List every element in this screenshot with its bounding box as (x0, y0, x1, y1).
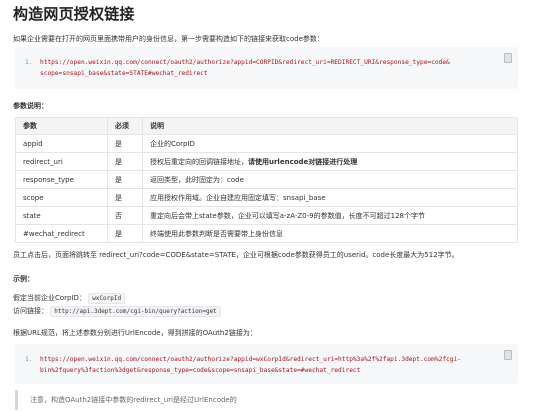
param-desc: 重定向后会带上state参数，企业可以填写a-zA-Z0-9的参数值，长度不可超… (142, 206, 518, 225)
header-required: 必须 (107, 117, 143, 135)
code-block-1: 1. https://open.weixin.qq.com/connect/oa… (15, 47, 518, 89)
code-block-2: 1. https://open.weixin.qq.com/connect/oa… (15, 344, 518, 384)
example-corpid: 假定当前企业CorpID： wxCorpId (13, 293, 126, 304)
param-required: 是 (107, 188, 143, 207)
param-desc-bold: 请使用urlencode对链接进行处理 (248, 157, 358, 166)
code-text: https://open.weixin.qq.com/connect/oauth… (40, 59, 450, 77)
example-link: 访问链接： http://api.3dept.com/cgi-bin/query… (13, 306, 221, 317)
param-desc: 授权后重定向的回调链接地址，请使用urlencode对链接进行处理 (142, 152, 518, 171)
intro-text: 如果企业需要在打开的网页里面携带用户的身份信息，第一步需要构造如下的链接来获取c… (13, 35, 324, 43)
header-param: 参数 (15, 117, 108, 135)
param-required: 是 (107, 170, 143, 189)
page-title: 构造网页授权链接 (13, 5, 135, 23)
corpid-value: wxCorpId (88, 293, 126, 304)
header-desc: 说明 (142, 117, 518, 135)
param-name: #wechat_redirect (15, 224, 108, 243)
table-row: state 否 重定向后会带上state参数，企业可以填写a-zA-Z0-9的参… (15, 206, 518, 225)
param-name: scope (15, 188, 108, 207)
param-desc: 企业的CorpID (142, 134, 518, 153)
table-row: #wechat_redirect 是 终端使用此参数判断是否需要带上身份信息 (15, 224, 518, 243)
corpid-label: 假定当前企业CorpID： (13, 294, 86, 302)
table-row: scope 是 应用授权作用域。企业自建应用固定填写：snsapi_base (15, 188, 518, 207)
table-header-row: 参数 必须 说明 (15, 117, 518, 135)
line-number: 1. (25, 59, 33, 66)
code-text: https://open.weixin.qq.com/connect/oauth… (40, 356, 461, 374)
table-row: appid 是 企业的CorpID (15, 134, 518, 153)
table-row: response_type 是 返回类型，此时固定为：code (15, 170, 518, 189)
params-heading: 参数说明： (13, 102, 48, 110)
param-required: 是 (107, 224, 143, 243)
param-required: 是 (107, 134, 143, 153)
after-table-text: 员工点击后，页面将跳转至 redirect_uri?code=CODE&stat… (13, 251, 459, 259)
param-desc: 终端使用此参数判断是否需要带上身份信息 (142, 224, 518, 243)
link-value: http://api.3dept.com/cgi-bin/query?actio… (50, 306, 221, 317)
params-table: 参数 必须 说明 appid 是 企业的CorpID redirect_uri … (15, 117, 518, 243)
param-name: appid (15, 134, 108, 153)
param-desc: 应用授权作用域。企业自建应用固定填写：snsapi_base (142, 188, 518, 207)
note-blockquote: 注意，构造OAuth2链接中参数的redirect_uri是经过UrlEncod… (15, 390, 518, 410)
param-name: redirect_uri (15, 152, 108, 171)
param-required: 否 (107, 206, 143, 225)
param-name: response_type (15, 170, 108, 189)
line-number: 1. (25, 356, 33, 363)
param-desc-text: 授权后重定向的回调链接地址， (150, 157, 248, 166)
copy-icon[interactable] (504, 53, 512, 63)
copy-icon[interactable] (504, 350, 512, 360)
param-required: 是 (107, 152, 143, 171)
param-name: state (15, 206, 108, 225)
table-row: redirect_uri 是 授权后重定向的回调链接地址，请使用urlencod… (15, 152, 518, 171)
param-desc: 返回类型，此时固定为：code (142, 170, 518, 189)
example-heading: 示例： (13, 275, 34, 283)
link-label: 访问链接： (13, 307, 48, 315)
encode-text: 根据URL规范，将上述参数分别进行UrlEncode，得到拼接的OAuth2链接… (13, 329, 257, 337)
